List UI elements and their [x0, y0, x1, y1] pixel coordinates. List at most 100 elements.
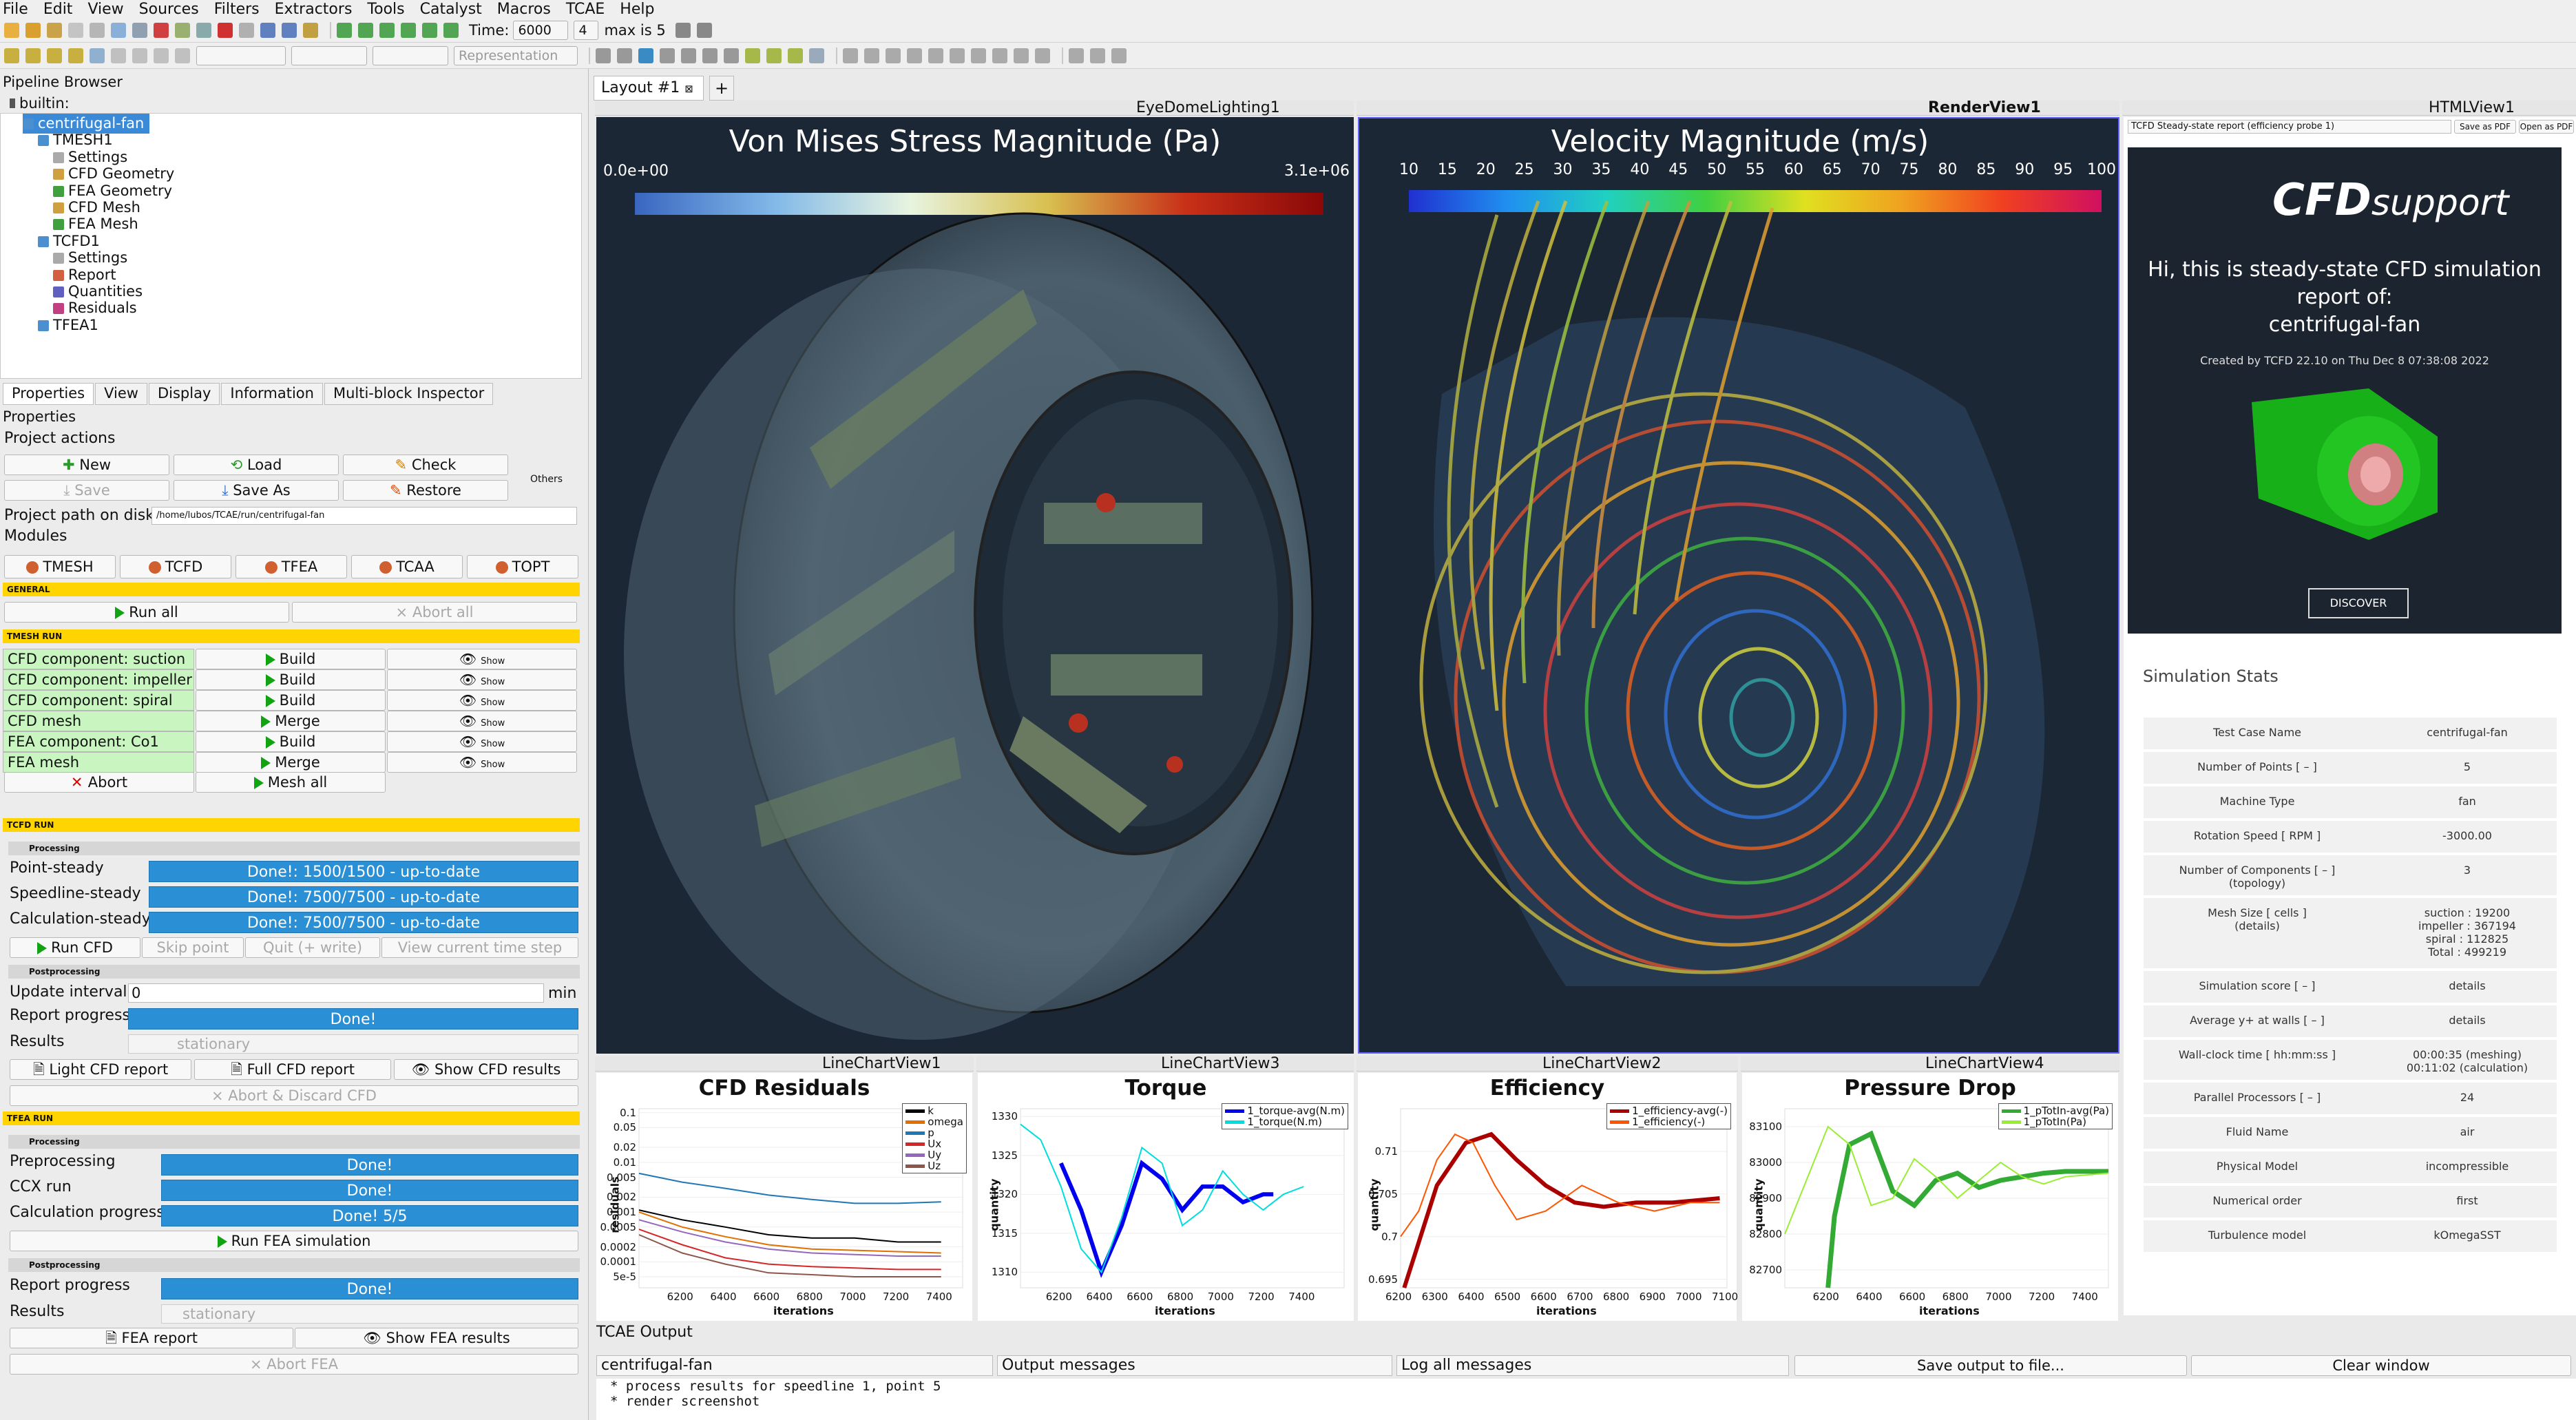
- open-pdf-button[interactable]: Open as PDF: [2519, 120, 2574, 134]
- new-button[interactable]: ✚ New: [4, 455, 169, 475]
- zoom-in-icon[interactable]: [675, 22, 691, 38]
- report-select[interactable]: TCFD Steady-state report (efficiency pro…: [2128, 120, 2451, 134]
- filter-icon[interactable]: [132, 22, 147, 38]
- module-tab-tcfd[interactable]: TCFD: [120, 555, 231, 578]
- pin-icon[interactable]: [154, 22, 169, 38]
- view-z-icon[interactable]: [702, 48, 718, 63]
- disconnect-icon[interactable]: [90, 22, 105, 38]
- fea-report-button[interactable]: 🗎 FEA report: [10, 1328, 293, 1348]
- select-points-icon[interactable]: [745, 48, 760, 63]
- full-cfd-report-button[interactable]: 🗎 Full CFD report: [194, 1059, 391, 1080]
- last-frame-icon[interactable]: [422, 22, 437, 38]
- check-button[interactable]: ✎ Check: [343, 455, 508, 475]
- previous-frame-icon[interactable]: [358, 22, 373, 38]
- discover-button[interactable]: DISCOVER: [2308, 588, 2409, 618]
- animation-icon[interactable]: [1090, 48, 1105, 63]
- zoom-data-icon[interactable]: [617, 48, 632, 63]
- tcfd-run-section[interactable]: TCFD RUN: [3, 818, 580, 832]
- processing-subsection[interactable]: Processing: [8, 842, 580, 855]
- tmesh-row-show-button[interactable]: 👁 Show: [387, 711, 577, 731]
- warp-icon[interactable]: [175, 48, 190, 63]
- general-section[interactable]: GENERAL: [3, 583, 580, 596]
- plane-source-icon[interactable]: [992, 48, 1007, 63]
- restore-button[interactable]: ✎ Restore: [343, 480, 508, 501]
- menu-file[interactable]: File: [3, 1, 28, 18]
- menu-catalyst[interactable]: Catalyst: [420, 1, 482, 18]
- postprocessing-subsection[interactable]: Postprocessing: [8, 965, 580, 979]
- menu-tcae[interactable]: TCAE: [566, 1, 605, 18]
- save-as-button[interactable]: ⤓ Save As: [174, 480, 339, 501]
- tab-information[interactable]: Information: [221, 383, 323, 405]
- reset-camera-icon[interactable]: [596, 48, 611, 63]
- cone-source-icon[interactable]: [950, 48, 965, 63]
- macro-icon[interactable]: [175, 22, 190, 38]
- screenshot-icon[interactable]: [1069, 48, 1084, 63]
- fea-processing-subsection[interactable]: Processing: [8, 1135, 580, 1149]
- module-tab-tcaa[interactable]: TCAA: [351, 555, 463, 578]
- open-icon[interactable]: [4, 22, 19, 38]
- time-input[interactable]: 6000: [513, 20, 569, 40]
- run-fea-button[interactable]: Run FEA simulation: [10, 1231, 578, 1251]
- tmesh-row-show-button[interactable]: 👁 Show: [387, 731, 577, 752]
- range-select[interactable]: [373, 45, 448, 65]
- eyedome-view[interactable]: Von Mises Stress Magnitude (Pa) 0.0e+00 …: [596, 117, 1354, 1054]
- extract-icon[interactable]: [111, 48, 126, 63]
- stats-value[interactable]: details: [2378, 1014, 2557, 1027]
- tmesh-row-action-button[interactable]: Build: [196, 731, 386, 752]
- tmesh-row-show-button[interactable]: 👁 Show: [387, 649, 577, 669]
- server-icon[interactable]: [111, 22, 126, 38]
- contour-icon[interactable]: [25, 48, 41, 63]
- results-select[interactable]: stationary: [128, 1034, 578, 1054]
- tmesh-row-show-button[interactable]: 👁 Show: [387, 752, 577, 773]
- tmesh-row-action-button[interactable]: Build: [196, 669, 386, 690]
- axes-icon[interactable]: [638, 48, 653, 63]
- menu-filters[interactable]: Filters: [214, 1, 260, 18]
- stream-icon[interactable]: [154, 48, 169, 63]
- abort-button[interactable]: ✕ Abort: [4, 772, 194, 793]
- tmesh-row-action-button[interactable]: Build: [196, 649, 386, 669]
- clear-window-button[interactable]: Clear window: [2191, 1355, 2571, 1376]
- tmesh-row-action-button[interactable]: Merge: [196, 752, 386, 773]
- select-cells-icon[interactable]: [766, 48, 782, 63]
- tmesh-row-action-button[interactable]: Build: [196, 690, 386, 711]
- menu-tools[interactable]: Tools: [367, 1, 404, 18]
- tab-view[interactable]: View: [95, 383, 147, 405]
- fea-results-select[interactable]: stationary: [161, 1304, 578, 1324]
- abort-all-button[interactable]: ⨯ Abort all: [292, 602, 577, 623]
- menu-macros[interactable]: Macros: [497, 1, 551, 18]
- folder-icon[interactable]: [25, 22, 41, 38]
- mesh-all-button[interactable]: Mesh all: [196, 772, 386, 793]
- render-view[interactable]: Velocity Magnitude (m/s) 10 15 20 25 30 35 40 4…: [1358, 117, 2119, 1054]
- view-x-icon[interactable]: [660, 48, 675, 63]
- clip-icon[interactable]: [47, 48, 62, 63]
- menu-edit[interactable]: Edit: [43, 1, 73, 18]
- layout-tab[interactable]: Layout #1 ⊠: [594, 76, 704, 101]
- module-tab-tfea[interactable]: TFEA: [235, 555, 347, 578]
- output-kind-select[interactable]: Output messages: [997, 1355, 1392, 1376]
- menu-help[interactable]: Help: [620, 1, 654, 18]
- light-cfd-report-button[interactable]: 🗎 Light CFD report: [10, 1059, 191, 1080]
- quit-write-button[interactable]: Quit (+ write): [245, 937, 380, 958]
- threshold-icon[interactable]: [90, 48, 105, 63]
- module-tab-tmesh[interactable]: TMESH: [4, 555, 116, 578]
- output-level-select[interactable]: Log all messages: [1396, 1355, 1789, 1376]
- run-cfd-button[interactable]: Run CFD: [10, 937, 140, 958]
- show-fea-results-button[interactable]: 👁 Show FEA results: [295, 1328, 578, 1348]
- tfea-run-section[interactable]: TFEA RUN: [3, 1111, 580, 1125]
- project-path-field[interactable]: /home/lubos/TCAE/run/centrifugal-fan: [151, 507, 577, 525]
- grid-icon[interactable]: [843, 48, 858, 63]
- sphere-source-icon[interactable]: [928, 48, 943, 63]
- cylinder-source-icon[interactable]: [971, 48, 986, 63]
- calculator-icon[interactable]: [4, 48, 19, 63]
- update-interval-field[interactable]: 0: [128, 983, 544, 1003]
- redo-icon[interactable]: [239, 22, 254, 38]
- save-button[interactable]: ⤓ Save: [4, 480, 169, 501]
- lock-icon[interactable]: [303, 22, 318, 38]
- zoom-out-icon[interactable]: [696, 22, 712, 38]
- camera-redo-icon[interactable]: [282, 22, 297, 38]
- tmesh-row-show-button[interactable]: 👁 Show: [387, 690, 577, 711]
- pipeline-root[interactable]: builtin:: [10, 95, 70, 112]
- module-tab-topt[interactable]: TOPT: [467, 555, 578, 578]
- add-layout-tab-button[interactable]: +: [709, 76, 734, 101]
- save-pdf-button[interactable]: Save as PDF: [2454, 120, 2516, 134]
